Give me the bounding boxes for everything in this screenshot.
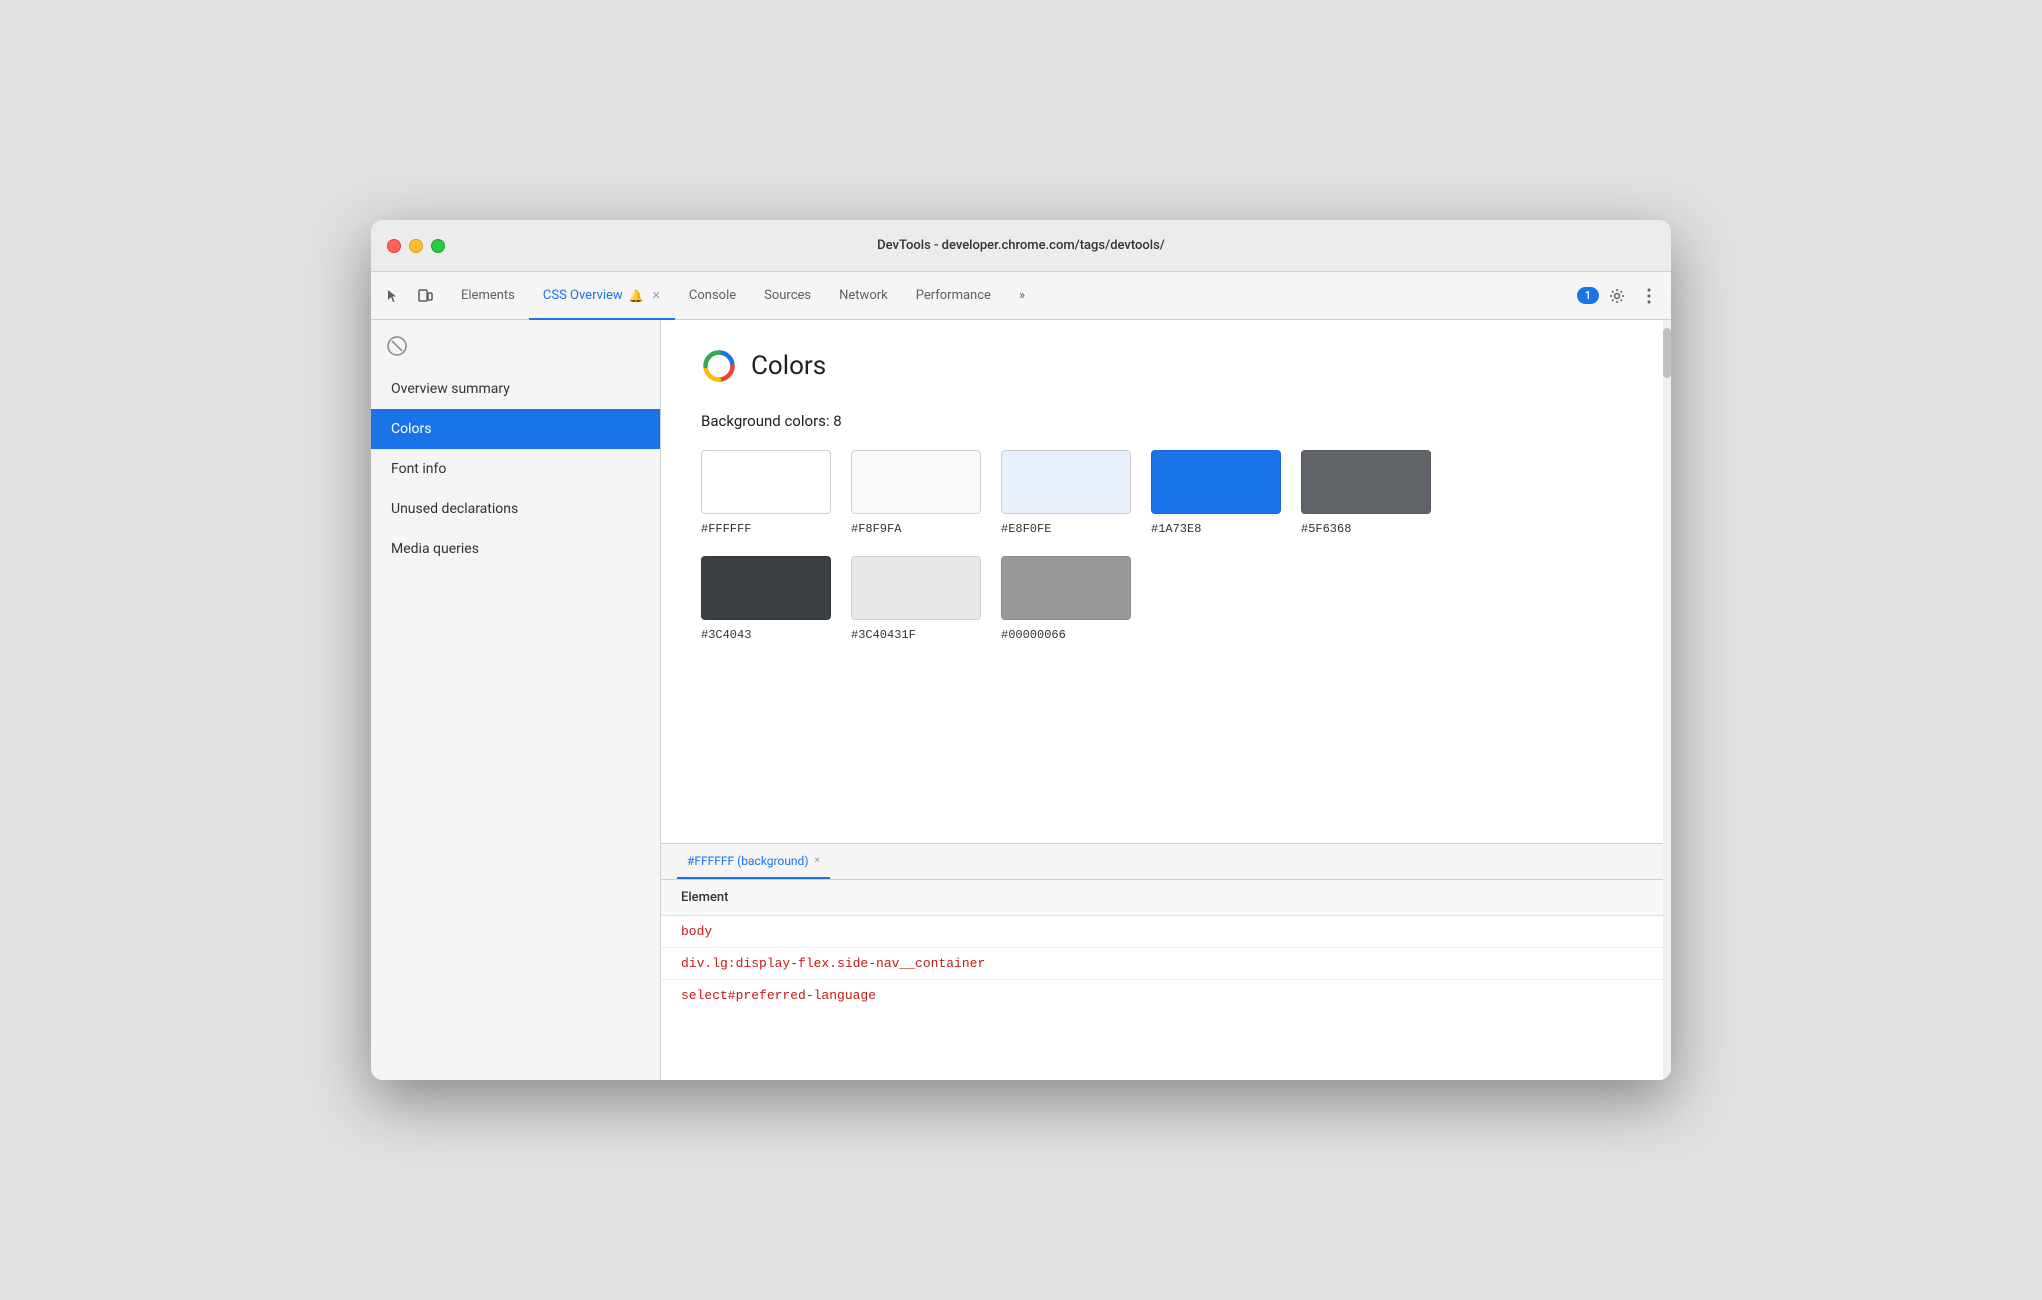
tab-close-css-overview[interactable]: ✕ bbox=[652, 289, 661, 302]
color-grid-row2: #3C4043 #3C40431F #00000066 bbox=[701, 556, 1631, 642]
tab-performance[interactable]: Performance bbox=[902, 273, 1005, 320]
color-label-3c4043: #3C4043 bbox=[701, 628, 751, 642]
color-item-00000066[interactable]: #00000066 bbox=[1001, 556, 1131, 642]
bottom-tab-close-icon[interactable]: × bbox=[815, 855, 820, 866]
color-swatch-00000066[interactable] bbox=[1001, 556, 1131, 620]
panel-header: Colors bbox=[701, 348, 1631, 384]
right-panel: Colors Background colors: 8 #FFFFFF #F8F… bbox=[661, 320, 1671, 1080]
color-label-ffffff: #FFFFFF bbox=[701, 522, 751, 536]
tab-elements[interactable]: Elements bbox=[447, 273, 529, 320]
color-item-1a73e8[interactable]: #1A73E8 bbox=[1151, 450, 1281, 536]
color-swatch-1a73e8[interactable] bbox=[1151, 450, 1281, 514]
color-label-e8f0fe: #E8F0FE bbox=[1001, 522, 1051, 536]
minimize-button[interactable] bbox=[409, 239, 423, 253]
sidebar-item-font-info[interactable]: Font info bbox=[371, 449, 660, 489]
color-label-1a73e8: #1A73E8 bbox=[1151, 522, 1201, 536]
color-label-3c40431f: #3C40431F bbox=[851, 628, 916, 642]
sidebar-top-icon bbox=[371, 328, 660, 369]
notification-badge[interactable]: 1 bbox=[1577, 287, 1599, 304]
tab-more[interactable]: » bbox=[1005, 273, 1039, 320]
scrollbar-thumb[interactable] bbox=[1663, 328, 1671, 378]
tab-bar: Elements CSS Overview 🔔 ✕ Console Source… bbox=[371, 272, 1671, 320]
settings-icon[interactable] bbox=[1603, 282, 1631, 310]
bottom-panel: #FFFFFF (background) × Element body div.… bbox=[661, 843, 1671, 1080]
color-grid-row1: #FFFFFF #F8F9FA #E8F0FE #1A73E8 bbox=[701, 450, 1631, 536]
color-item-5f6368[interactable]: #5F6368 bbox=[1301, 450, 1431, 536]
color-swatch-f8f9fa[interactable] bbox=[851, 450, 981, 514]
color-swatch-3c40431f[interactable] bbox=[851, 556, 981, 620]
traffic-lights bbox=[387, 239, 445, 253]
bottom-content: Element body div.lg:display-flex.side-na… bbox=[661, 880, 1671, 1080]
scrollbar-track[interactable] bbox=[1663, 320, 1671, 1080]
color-label-f8f9fa: #F8F9FA bbox=[851, 522, 901, 536]
sidebar: Overview summary Colors Font info Unused… bbox=[371, 320, 661, 1080]
device-icon[interactable] bbox=[411, 282, 439, 310]
color-swatch-ffffff[interactable] bbox=[701, 450, 831, 514]
color-item-ffffff[interactable]: #FFFFFF bbox=[701, 450, 831, 536]
panel-title: Colors bbox=[751, 351, 826, 381]
background-colors-subtitle: Background colors: 8 bbox=[701, 412, 1631, 430]
element-row-body[interactable]: body bbox=[661, 916, 1671, 948]
tab-network[interactable]: Network bbox=[825, 273, 902, 320]
tab-css-overview[interactable]: CSS Overview 🔔 ✕ bbox=[529, 273, 675, 320]
devtools-window: DevTools - developer.chrome.com/tags/dev… bbox=[371, 220, 1671, 1080]
title-bar: DevTools - developer.chrome.com/tags/dev… bbox=[371, 220, 1671, 272]
color-swatch-5f6368[interactable] bbox=[1301, 450, 1431, 514]
main-content: Overview summary Colors Font info Unused… bbox=[371, 320, 1671, 1080]
google-logo-icon bbox=[701, 348, 737, 384]
element-column-header: Element bbox=[661, 880, 1671, 916]
tab-right-actions: 1 bbox=[1577, 272, 1663, 319]
sidebar-item-colors[interactable]: Colors bbox=[371, 409, 660, 449]
color-item-e8f0fe[interactable]: #E8F0FE bbox=[1001, 450, 1131, 536]
element-row-div[interactable]: div.lg:display-flex.side-nav__container bbox=[661, 948, 1671, 980]
bottom-tab-label: #FFFFFF (background) bbox=[687, 854, 809, 868]
color-label-5f6368: #5F6368 bbox=[1301, 522, 1351, 536]
element-row-select[interactable]: select#preferred-language bbox=[661, 980, 1671, 1011]
color-swatch-e8f0fe[interactable] bbox=[1001, 450, 1131, 514]
toolbar-icons bbox=[379, 272, 439, 319]
color-swatch-3c4043[interactable] bbox=[701, 556, 831, 620]
maximize-button[interactable] bbox=[431, 239, 445, 253]
tab-console[interactable]: Console bbox=[675, 273, 750, 320]
bottom-tabs: #FFFFFF (background) × bbox=[661, 844, 1671, 880]
tab-sources[interactable]: Sources bbox=[750, 273, 825, 320]
window-title: DevTools - developer.chrome.com/tags/dev… bbox=[877, 238, 1165, 253]
close-button[interactable] bbox=[387, 239, 401, 253]
css-overview-badge-icon: 🔔 bbox=[629, 289, 644, 303]
color-label-00000066: #00000066 bbox=[1001, 628, 1066, 642]
sidebar-item-media-queries[interactable]: Media queries bbox=[371, 529, 660, 569]
cursor-icon[interactable] bbox=[379, 282, 407, 310]
color-item-f8f9fa[interactable]: #F8F9FA bbox=[851, 450, 981, 536]
bottom-tab-ffffff[interactable]: #FFFFFF (background) × bbox=[677, 844, 830, 879]
sidebar-item-overview-summary[interactable]: Overview summary bbox=[371, 369, 660, 409]
color-item-3c4043[interactable]: #3C4043 bbox=[701, 556, 831, 642]
panel-scroll[interactable]: Colors Background colors: 8 #FFFFFF #F8F… bbox=[661, 320, 1671, 843]
more-options-icon[interactable] bbox=[1635, 282, 1663, 310]
sidebar-item-unused-declarations[interactable]: Unused declarations bbox=[371, 489, 660, 529]
color-item-3c40431f[interactable]: #3C40431F bbox=[851, 556, 981, 642]
